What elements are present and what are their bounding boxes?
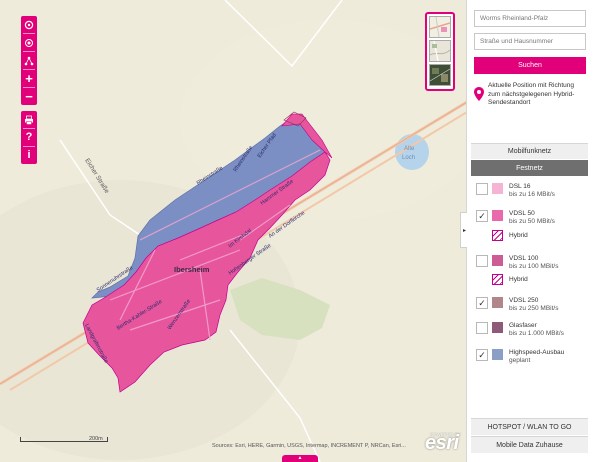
hybrid-hatch-swatch [492,230,503,241]
legend-row-highspeed: ✓ Highspeed-Ausbau geplant [476,349,564,365]
legend-swatch-vdsl100 [492,255,503,266]
position-legend-text: Aktuelle Position mit Richtung zum nächs… [488,82,575,106]
map-toolbar-top: + − [21,16,37,105]
legend-swatch-vdsl250 [492,297,503,308]
legend-row-vdsl100-hybrid: Hybrid [492,274,528,285]
legend-row-vdsl50-hybrid: Hybrid [492,230,528,241]
legend-label-vdsl100: VDSL 100 [509,255,539,262]
legend-checkbox-dsl16[interactable] [476,183,488,195]
legend-sub-vdsl50: bis zu 50 MBit/s [509,218,555,225]
location-search-input[interactable] [474,10,586,27]
help-button[interactable]: ? [21,129,37,146]
bottom-panel-handle[interactable]: ▲ [282,455,318,462]
legend-swatch-dsl16 [492,183,503,194]
lake-label-line2: Loch [402,155,415,161]
map-view[interactable]: Eicher Straße Rheinstraße Eicher Pfad Rh… [0,0,467,462]
basemap-streets-thumbnail[interactable] [429,16,451,38]
map-attribution: Sources: Esri, HERE, Garmin, USGS, Inter… [212,443,406,449]
legend-swatch-highspeed [492,349,503,360]
legend-sub-highspeed: geplant [509,357,531,364]
legend-label-highspeed: Highspeed-Ausbau [509,349,565,356]
legend-row-vdsl50: ✓ VDSL 50 bis zu 50 MBit/s [476,210,555,226]
info-button[interactable]: i [21,147,37,164]
tab-mobile-data-zuhause[interactable]: Mobile Data Zuhause [471,436,588,453]
legend-label-vdsl50: VDSL 50 [509,210,535,217]
zoom-in-button[interactable]: + [21,70,37,87]
legend-row-glasfaser: Glasfaser bis zu 1.000 MBit/s [476,322,564,338]
legend-sub-vdsl100: bis zu 100 MBit/s [509,263,559,270]
legend-checkbox-vdsl100[interactable] [476,255,488,267]
legend-swatch-glasfaser [492,322,503,333]
legend-row-vdsl100: VDSL 100 bis zu 100 MBit/s [476,255,559,271]
legend-checkbox-vdsl250[interactable]: ✓ [476,297,488,309]
print-icon[interactable] [21,111,37,128]
share-icon[interactable] [21,52,37,69]
map-toolbar-bottom: ? i [21,111,37,164]
tab-mobilfunknetz[interactable]: Mobilfunknetz [471,143,588,159]
legend-sub-glasfaser: bis zu 1.000 MBit/s [509,330,564,337]
legend-row-dsl16: DSL 16 bis zu 16 MBit/s [476,183,555,199]
lake-label-line1: Alte [404,146,415,152]
hybrid-hatch-swatch [492,274,503,285]
legend-sub-vdsl250: bis zu 250 MBit/s [509,305,559,312]
scale-label: 200m [89,436,103,442]
legend-checkbox-glasfaser[interactable] [476,322,488,334]
street-search-input[interactable] [474,33,586,50]
legend-label-vdsl250: VDSL 250 [509,297,539,304]
basemap-satellite-thumbnail[interactable] [429,64,451,86]
crosshair-icon[interactable] [21,34,37,51]
legend-label-vdsl100-hybrid: Hybrid [509,275,528,283]
basemap-topo-thumbnail[interactable] [429,40,451,62]
legend-checkbox-highspeed[interactable]: ✓ [476,349,488,361]
tab-hotspot-wlan[interactable]: HOTSPOT / WLAN TO GO [471,418,588,435]
target-icon[interactable] [21,16,37,33]
location-pin-icon [474,87,484,106]
legend-swatch-vdsl50 [492,210,503,221]
legend-sub-dsl16: bis zu 16 MBit/s [509,191,555,198]
legend-label-glasfaser: Glasfaser [509,322,537,329]
zoom-out-button[interactable]: − [21,88,37,105]
place-label-ibersheim: Ibersheim [174,265,210,274]
legend-label-vdsl50-hybrid: Hybrid [509,231,528,239]
legend-label-dsl16: DSL 16 [509,183,531,190]
tab-festnetz[interactable]: Festnetz [471,160,588,176]
search-button[interactable]: Suchen [474,57,586,74]
legend-checkbox-vdsl50[interactable]: ✓ [476,210,488,222]
map-canvas[interactable]: Eicher Straße Rheinstraße Eicher Pfad Rh… [0,0,467,462]
esri-logo: esri [425,432,459,454]
basemap-switcher [425,12,455,91]
app: Eicher Straße Rheinstraße Eicher Pfad Rh… [0,0,600,462]
legend-row-vdsl250: ✓ VDSL 250 bis zu 250 MBit/s [476,297,559,313]
